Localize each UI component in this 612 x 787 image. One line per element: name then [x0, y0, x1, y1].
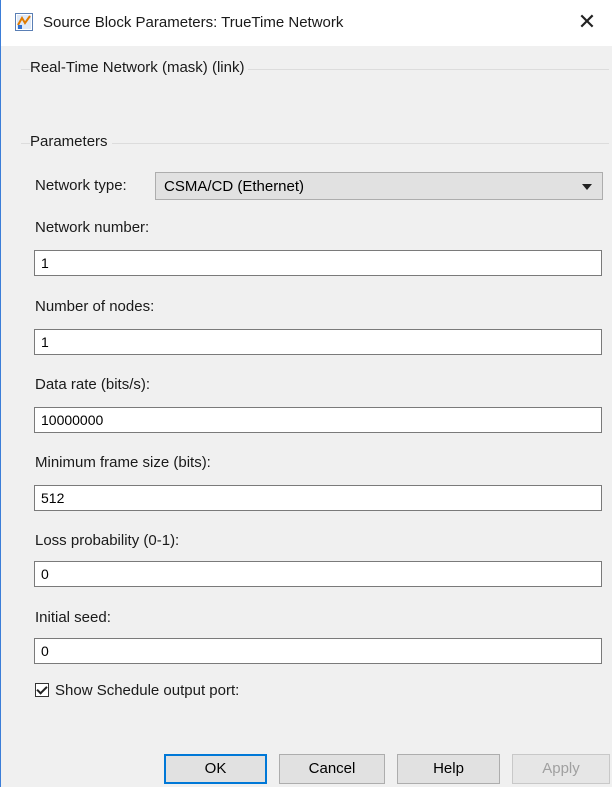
chevron-down-icon — [582, 184, 592, 190]
check-icon — [36, 683, 48, 695]
parameters-group-label: Parameters — [30, 133, 112, 150]
mask-group-label: Real-Time Network (mask) (link) — [30, 59, 249, 76]
schedule-output-option[interactable]: Show Schedule output port: — [35, 680, 239, 700]
schedule-output-checkbox[interactable] — [35, 683, 49, 697]
min-frame-size-label: Minimum frame size (bits): — [35, 454, 211, 471]
window-title: Source Block Parameters: TrueTime Networ… — [43, 14, 344, 31]
apply-button[interactable]: Apply — [512, 754, 610, 784]
close-icon[interactable]: ✕ — [570, 6, 604, 38]
dialog-window: Source Block Parameters: TrueTime Networ… — [0, 0, 612, 787]
loss-probability-field[interactable] — [34, 561, 602, 587]
title-bar[interactable]: Source Block Parameters: TrueTime Networ… — [1, 0, 612, 46]
number-of-nodes-field[interactable] — [34, 329, 602, 355]
data-rate-field[interactable] — [34, 407, 602, 433]
network-type-select[interactable]: CSMA/CD (Ethernet) — [155, 172, 603, 200]
help-button[interactable]: Help — [397, 754, 500, 784]
network-type-value: CSMA/CD (Ethernet) — [164, 178, 305, 195]
number-of-nodes-label: Number of nodes: — [35, 298, 155, 315]
ok-button[interactable]: OK — [164, 754, 267, 784]
schedule-output-label: Show Schedule output port: — [55, 681, 240, 699]
initial-seed-label: Initial seed: — [35, 609, 111, 626]
network-number-label: Network number: — [35, 219, 150, 236]
simulink-block-icon — [15, 13, 33, 31]
network-type-label: Network type: — [35, 177, 127, 194]
loss-probability-label: Loss probability (0-1): — [35, 532, 180, 549]
cancel-button[interactable]: Cancel — [279, 754, 385, 784]
initial-seed-field[interactable] — [34, 638, 602, 664]
min-frame-size-field[interactable] — [34, 485, 602, 511]
data-rate-label: Data rate (bits/s): — [35, 376, 151, 393]
mask-description-group: Real-Time Network (mask) (link) — [21, 59, 609, 119]
network-number-field[interactable] — [34, 250, 602, 276]
